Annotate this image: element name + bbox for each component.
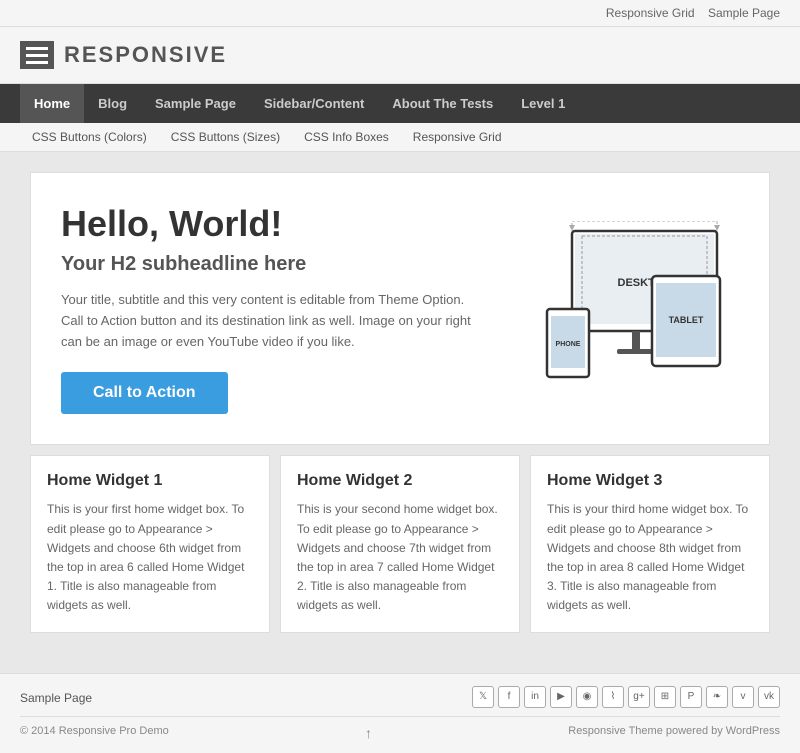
devices-illustration: DESKTOP TABLET PHONE xyxy=(512,221,727,396)
main-nav: Home Blog Sample Page Sidebar/Content Ab… xyxy=(0,84,800,123)
widgets-section: Home Widget 1 This is your first home wi… xyxy=(30,455,770,632)
widget-box-2: Home Widget 2 This is your second home w… xyxy=(280,455,520,632)
hero-h2: Your H2 subheadline here xyxy=(61,253,479,276)
widget-box-1: Home Widget 1 This is your first home wi… xyxy=(30,455,270,632)
widget-3-body: This is your third home widget box. To e… xyxy=(547,500,753,615)
widget-3-title: Home Widget 3 xyxy=(547,472,753,490)
hero-section: Hello, World! Your H2 subheadline here Y… xyxy=(30,172,770,445)
footer-icon-rss[interactable]: ⌇ xyxy=(602,686,624,708)
nav-item-level1[interactable]: Level 1 xyxy=(507,84,579,123)
footer-icon-print[interactable]: ⊞ xyxy=(654,686,676,708)
sub-nav-css-info-boxes[interactable]: CSS Info Boxes xyxy=(292,123,401,151)
svg-text:PHONE: PHONE xyxy=(555,341,580,348)
widget-1-title: Home Widget 1 xyxy=(47,472,253,490)
footer-icon-vk[interactable]: vk xyxy=(758,686,780,708)
footer-icon-twitter[interactable]: 𝕏 xyxy=(472,686,494,708)
top-bar-sample-page[interactable]: Sample Page xyxy=(708,6,780,20)
hero-body: Your title, subtitle and this very conte… xyxy=(61,290,479,352)
nav-item-sidebar[interactable]: Sidebar/Content xyxy=(250,84,378,123)
nav-item-blog[interactable]: Blog xyxy=(84,84,141,123)
hero-text: Hello, World! Your H2 subheadline here Y… xyxy=(61,203,479,414)
footer-bottom: © 2014 Responsive Pro Demo ↑ Responsive … xyxy=(20,725,780,741)
footer-icon-pinterest[interactable]: P xyxy=(680,686,702,708)
footer-sample-page-link[interactable]: Sample Page xyxy=(20,691,92,705)
footer-top: Sample Page 𝕏 f in ▶ ◉ ⌇ g+ ⊞ P ❧ v vk xyxy=(20,686,780,717)
footer-icons: 𝕏 f in ▶ ◉ ⌇ g+ ⊞ P ❧ v vk xyxy=(472,686,780,708)
svg-text:TABLET: TABLET xyxy=(668,315,703,325)
widget-1-body: This is your first home widget box. To e… xyxy=(47,500,253,615)
logo-text: RESPONSIVE xyxy=(64,42,227,68)
nav-item-sample-page[interactable]: Sample Page xyxy=(141,84,250,123)
site-logo: RESPONSIVE xyxy=(20,41,227,69)
sub-nav-responsive-grid[interactable]: Responsive Grid xyxy=(401,123,514,151)
site-footer: Sample Page 𝕏 f in ▶ ◉ ⌇ g+ ⊞ P ❧ v vk ©… xyxy=(0,673,800,753)
widget-2-title: Home Widget 2 xyxy=(297,472,503,490)
page-wrapper: Hello, World! Your H2 subheadline here Y… xyxy=(20,152,780,653)
copyright: © 2014 Responsive Pro Demo xyxy=(20,725,169,741)
hero-image: DESKTOP TABLET PHONE xyxy=(499,203,739,414)
widget-box-3: Home Widget 3 This is your third home wi… xyxy=(530,455,770,632)
site-header: RESPONSIVE xyxy=(0,27,800,84)
top-bar-responsive-grid[interactable]: Responsive Grid xyxy=(606,6,695,20)
sub-nav: CSS Buttons (Colors) CSS Buttons (Sizes)… xyxy=(0,123,800,152)
nav-item-about[interactable]: About The Tests xyxy=(378,84,507,123)
sub-nav-css-buttons-sizes[interactable]: CSS Buttons (Sizes) xyxy=(159,123,292,151)
powered-by: Responsive Theme powered by WordPress xyxy=(568,725,780,741)
sub-nav-css-buttons-colors[interactable]: CSS Buttons (Colors) xyxy=(20,123,159,151)
hero-h1: Hello, World! xyxy=(61,203,479,245)
logo-icon xyxy=(20,41,54,69)
footer-icon-linkedin[interactable]: in xyxy=(524,686,546,708)
footer-icon-instagram[interactable]: ◉ xyxy=(576,686,598,708)
top-bar: Responsive Grid Sample Page xyxy=(0,0,800,27)
widget-2-body: This is your second home widget box. To … xyxy=(297,500,503,615)
footer-links: Sample Page xyxy=(20,689,92,705)
footer-icon-youtube[interactable]: ▶ xyxy=(550,686,572,708)
footer-icon-facebook[interactable]: f xyxy=(498,686,520,708)
up-arrow[interactable]: ↑ xyxy=(365,725,372,741)
footer-icon-vimeo[interactable]: v xyxy=(732,686,754,708)
cta-button[interactable]: Call to Action xyxy=(61,372,228,414)
footer-icon-misc1[interactable]: ❧ xyxy=(706,686,728,708)
nav-item-home[interactable]: Home xyxy=(20,84,84,123)
footer-icon-gplus[interactable]: g+ xyxy=(628,686,650,708)
